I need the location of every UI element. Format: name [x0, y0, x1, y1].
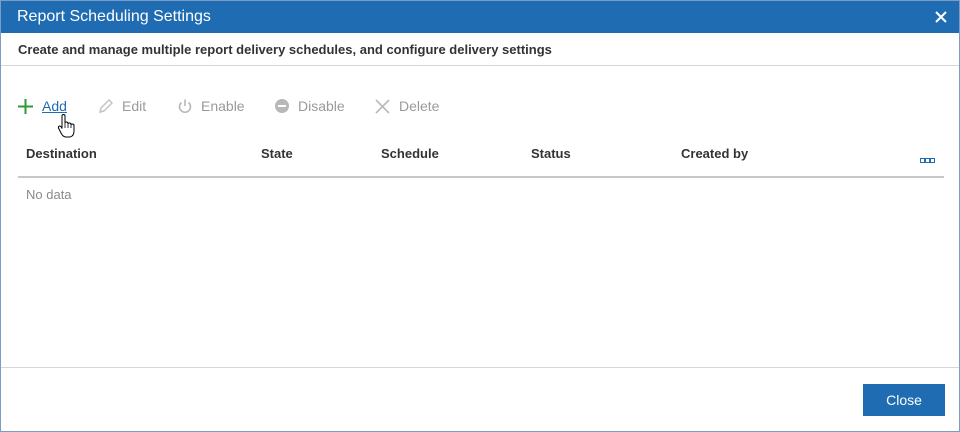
enable-button[interactable]: Enable — [177, 95, 245, 117]
dialog-footer: Close — [1, 367, 959, 432]
hand-pointer-icon — [57, 113, 77, 143]
minus-circle-icon — [275, 99, 289, 113]
add-button-label: Add — [42, 98, 67, 114]
disable-button-label: Disable — [298, 98, 345, 114]
grid-header: Destination State Schedule Status Create… — [18, 141, 944, 178]
empty-grid-message: No data — [26, 187, 72, 202]
column-header-state[interactable]: State — [261, 146, 293, 161]
edit-button-label: Edit — [122, 98, 147, 114]
column-header-status[interactable]: Status — [531, 146, 571, 161]
column-chooser-icon[interactable] — [920, 151, 936, 163]
toolbar: Add Edit Enable Disable Delete — [17, 95, 617, 117]
dialog-titlebar: Report Scheduling Settings — [1, 1, 959, 33]
close-button[interactable]: Close — [863, 384, 945, 416]
pencil-icon — [98, 98, 114, 113]
edit-button[interactable]: Edit — [97, 95, 146, 117]
dialog-description: Create and manage multiple report delive… — [18, 42, 552, 57]
dialog-title: Report Scheduling Settings — [17, 8, 211, 25]
delete-button-label: Delete — [399, 98, 440, 114]
delete-button[interactable]: Delete — [374, 95, 439, 117]
column-header-destination[interactable]: Destination — [26, 146, 97, 161]
x-icon — [375, 98, 390, 114]
column-header-created-by[interactable]: Created by — [681, 146, 748, 161]
column-header-schedule[interactable]: Schedule — [381, 146, 439, 161]
enable-button-label: Enable — [201, 98, 245, 114]
power-icon — [178, 99, 192, 114]
plus-icon — [18, 98, 33, 114]
dialog-subheader: Create and manage multiple report delive… — [1, 33, 959, 66]
disable-button[interactable]: Disable — [274, 95, 345, 117]
report-scheduling-dialog: Report Scheduling Settings Create and ma… — [0, 0, 960, 432]
close-icon[interactable] — [931, 7, 951, 27]
